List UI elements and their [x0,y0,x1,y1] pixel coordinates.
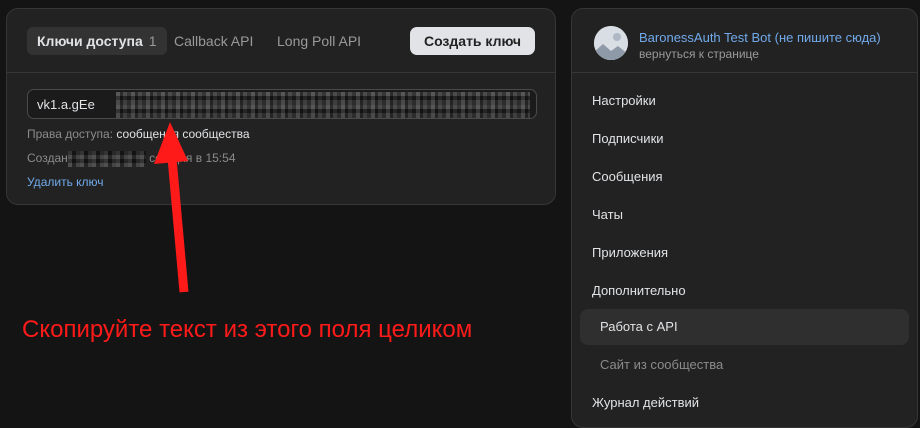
access-rights: Права доступа: сообщения сообщества [27,127,250,141]
tab-access-keys-label: Ключи доступа [37,33,143,49]
delete-key-link[interactable]: Удалить ключ [27,175,104,189]
created-redaction-pixelation [67,151,146,167]
access-keys-card: Ключи доступа 1 Callback API Long Poll AP… [6,8,556,205]
sidebar-item-action-log[interactable]: Журнал действий [580,385,909,421]
bot-header: BaronessAuth Test Bot (не пишите сюда) в… [572,9,917,73]
tab-callback-api[interactable]: Callback API [174,27,253,55]
annotation-text: Скопируйте текст из этого поля целиком [22,316,473,343]
bot-name-link[interactable]: BaronessAuth Test Bot (не пишите сюда) [639,30,881,45]
tabs-bar: Ключи доступа 1 Callback API Long Poll AP… [7,9,555,73]
create-key-button[interactable]: Создать ключ [410,27,535,55]
key-redaction-pixelation [116,92,530,118]
community-sidebar: BaronessAuth Test Bot (не пишите сюда) в… [571,8,918,428]
sidebar-item-subscribers[interactable]: Подписчики [580,121,909,157]
access-key-value: vk1.a.gEe [37,97,95,112]
back-to-page-link[interactable]: вернуться к странице [639,47,759,61]
created-time: сегодня в 15:54 [149,151,236,166]
tab-access-keys[interactable]: Ключи доступа 1 [27,27,167,55]
tab-long-poll-api[interactable]: Long Poll API [277,27,361,55]
created-label: Создан [27,151,68,166]
sidebar-item-settings[interactable]: Настройки [580,83,909,119]
sidebar-item-apps[interactable]: Приложения [580,235,909,271]
created-info: Создан сегодня в 15:54 [27,151,236,167]
access-key-field[interactable]: vk1.a.gEe [27,89,537,119]
sidebar-item-chats[interactable]: Чаты [580,197,909,233]
sidebar-item-api[interactable]: Работа с API [580,309,909,345]
sidebar-item-community-site[interactable]: Сайт из сообщества [580,347,909,383]
access-rights-value: сообщения сообщества [116,127,250,141]
avatar[interactable] [594,26,628,60]
tab-access-keys-count: 1 [148,33,157,49]
sidebar-item-messages[interactable]: Сообщения [580,159,909,195]
sidebar-item-additional[interactable]: Дополнительно [580,273,909,309]
access-rights-label: Права доступа: [27,127,114,141]
